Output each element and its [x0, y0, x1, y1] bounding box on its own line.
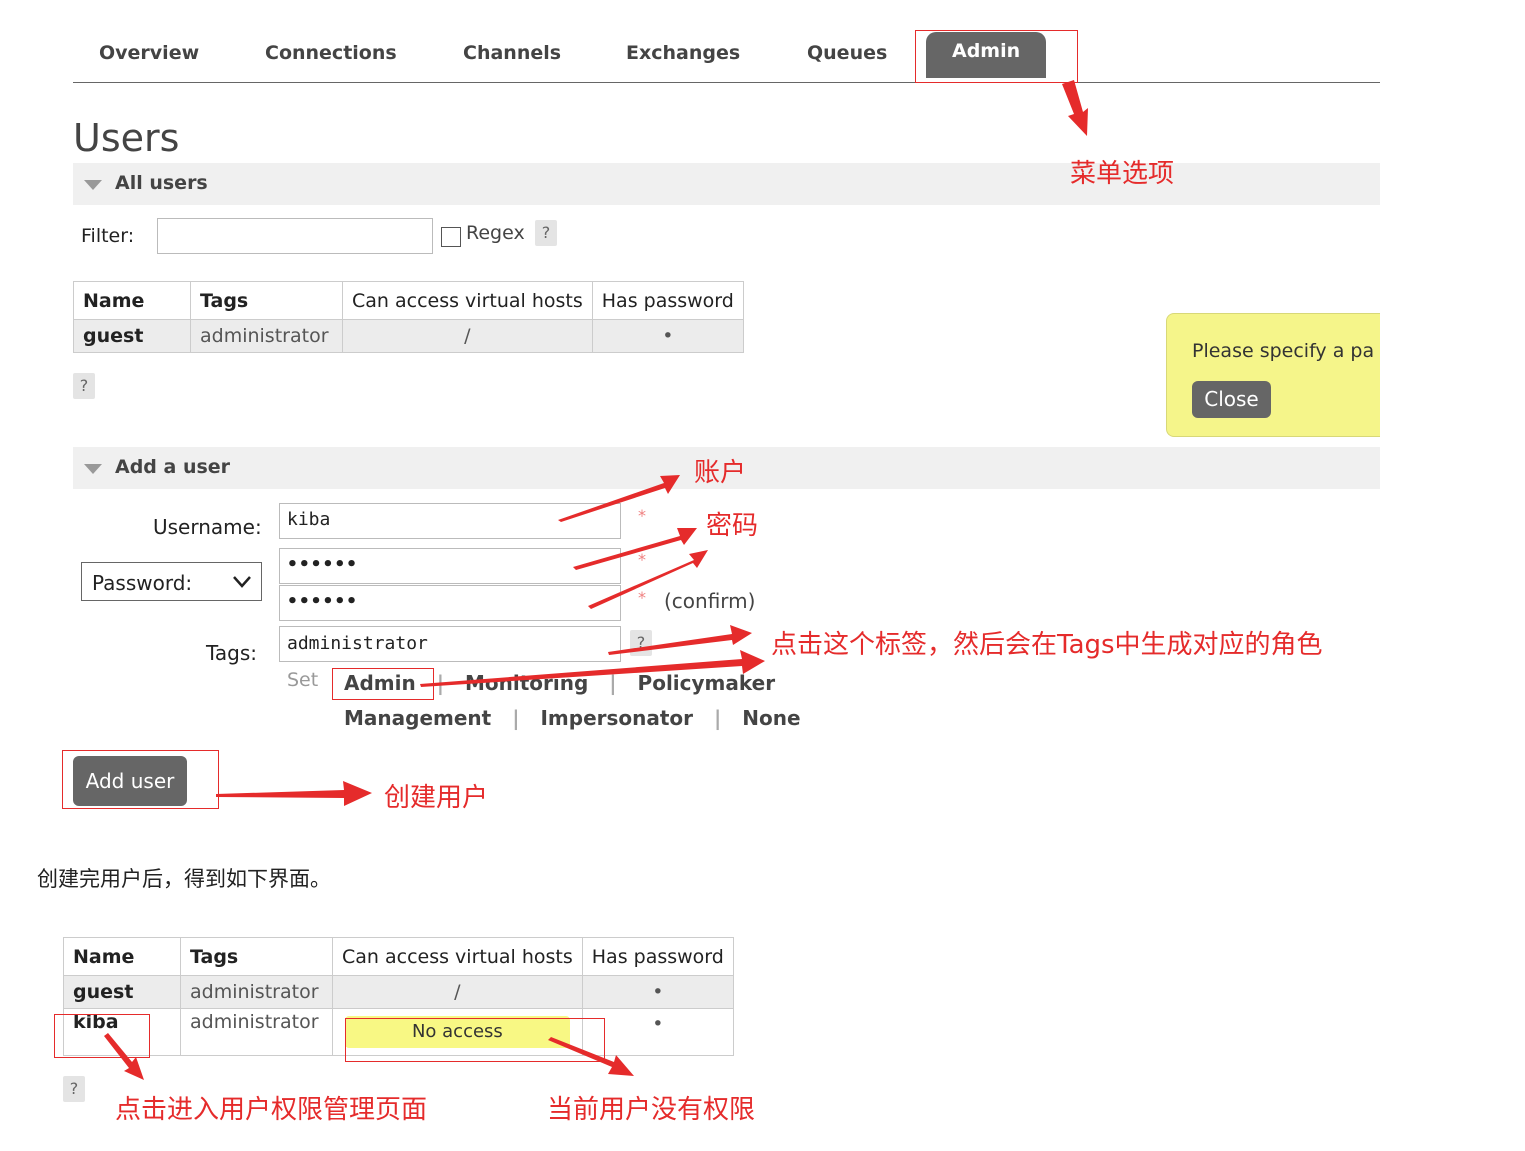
arrow-icon [420, 650, 765, 687]
annotation-arrows [104, 80, 1088, 1080]
arrow-icon [216, 781, 372, 806]
arrow-icon [104, 1033, 144, 1080]
arrow-icon [608, 625, 752, 655]
arrow-icon [558, 475, 680, 522]
arrow-icon [548, 1037, 634, 1076]
arrow-icon [573, 528, 697, 570]
arrow-icon [1062, 80, 1088, 136]
